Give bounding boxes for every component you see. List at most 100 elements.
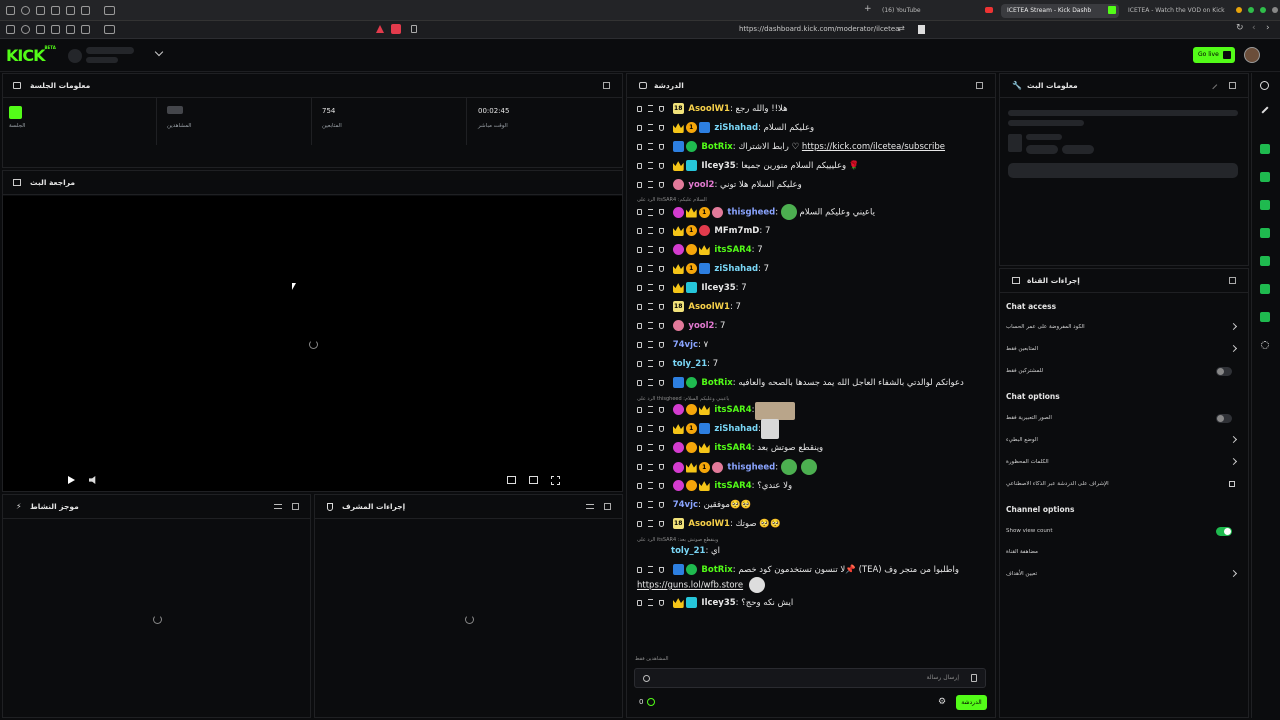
popout-icon[interactable] bbox=[1229, 82, 1236, 89]
tab-kick-dashboard[interactable]: ICETEA Stream - Kick Dashb bbox=[1001, 4, 1119, 18]
chat-username[interactable]: toly_21 bbox=[671, 546, 705, 556]
tab-youtube[interactable]: (16) YouTube bbox=[882, 4, 972, 18]
brave-shield-icon[interactable] bbox=[391, 24, 401, 34]
ban-icon[interactable] bbox=[659, 284, 664, 291]
timeout-icon[interactable] bbox=[648, 520, 653, 527]
chat-username[interactable]: AsoolW1 bbox=[688, 519, 730, 529]
chat-send-button[interactable]: الدردشة bbox=[956, 695, 987, 710]
filter-icon[interactable] bbox=[274, 504, 282, 509]
followers-only-setting[interactable]: المتابعين فقط bbox=[1006, 341, 1238, 357]
ban-icon[interactable] bbox=[659, 322, 664, 329]
edit-icon[interactable] bbox=[1208, 80, 1218, 90]
ban-icon[interactable] bbox=[659, 566, 664, 573]
window-maximize-icon[interactable] bbox=[1260, 7, 1266, 13]
new-tab-icon[interactable]: + bbox=[864, 4, 872, 14]
ban-icon[interactable] bbox=[659, 124, 664, 131]
music-icon[interactable] bbox=[81, 25, 90, 34]
translate-icon[interactable]: ⇄ bbox=[898, 24, 905, 33]
fullscreen-icon[interactable] bbox=[551, 476, 560, 485]
kick-logo[interactable]: KICKBETA bbox=[6, 45, 56, 65]
tab-overview-icon[interactable] bbox=[104, 6, 115, 15]
privacy-icon[interactable] bbox=[21, 25, 30, 34]
chat-username[interactable]: ziShahad bbox=[714, 264, 758, 274]
timeout-icon[interactable] bbox=[648, 181, 653, 188]
edit-icon[interactable] bbox=[1261, 106, 1269, 114]
chat-tool-icon[interactable] bbox=[1260, 228, 1270, 238]
delete-icon[interactable] bbox=[637, 379, 642, 386]
subscribe-link[interactable]: https://kick.com/ilcetea/subscribe bbox=[802, 142, 945, 152]
set-goals-setting[interactable]: تعيين الأهداف bbox=[1006, 566, 1238, 582]
timeout-icon[interactable] bbox=[648, 425, 653, 432]
extensions-icon[interactable] bbox=[36, 25, 45, 34]
chat-username[interactable]: Ilcey35 bbox=[701, 598, 735, 608]
delete-icon[interactable] bbox=[637, 246, 642, 253]
ban-icon[interactable] bbox=[659, 227, 664, 234]
banned-words-setting[interactable]: الكلمات المحظورة bbox=[1006, 454, 1238, 470]
emotes-only-toggle[interactable] bbox=[1216, 414, 1232, 423]
timeout-icon[interactable] bbox=[648, 599, 653, 606]
ban-icon[interactable] bbox=[659, 406, 664, 413]
timeout-icon[interactable] bbox=[648, 341, 653, 348]
tool-icon-1[interactable] bbox=[1260, 144, 1270, 154]
popout-icon[interactable] bbox=[1229, 277, 1236, 284]
timeout-icon[interactable] bbox=[648, 246, 653, 253]
timeout-icon[interactable] bbox=[648, 501, 653, 508]
popout-icon[interactable] bbox=[976, 82, 983, 89]
show-view-count-toggle[interactable] bbox=[1216, 527, 1232, 536]
emoji-icon[interactable] bbox=[643, 675, 650, 682]
go-live-button[interactable]: Go live bbox=[1193, 47, 1235, 63]
timeout-icon[interactable] bbox=[648, 379, 653, 386]
tool-icon-3[interactable] bbox=[1260, 200, 1270, 210]
chat-username[interactable]: itsSAR4 bbox=[714, 405, 751, 415]
delete-icon[interactable] bbox=[637, 501, 642, 508]
timeout-icon[interactable] bbox=[648, 162, 653, 169]
settings-icon[interactable] bbox=[36, 6, 45, 15]
chat-username[interactable]: 74vjc bbox=[673, 500, 698, 510]
chat-username[interactable]: yool2 bbox=[688, 321, 714, 331]
chat-username[interactable]: AsoolW1 bbox=[688, 104, 730, 114]
tool-icon-6[interactable] bbox=[1260, 284, 1270, 294]
delete-icon[interactable] bbox=[637, 464, 642, 470]
sidebar-icon[interactable] bbox=[6, 6, 15, 15]
delete-icon[interactable] bbox=[637, 482, 642, 489]
chat-username[interactable]: BotRix bbox=[701, 142, 732, 152]
timeout-icon[interactable] bbox=[648, 143, 653, 150]
delete-icon[interactable] bbox=[637, 227, 642, 234]
delete-icon[interactable] bbox=[637, 303, 642, 310]
channel-switch-chevron-icon[interactable] bbox=[154, 47, 164, 57]
delete-icon[interactable] bbox=[637, 181, 642, 188]
bookmark-icon[interactable] bbox=[918, 25, 925, 34]
chat-username[interactable]: Ilcey35 bbox=[701, 161, 735, 171]
wrench-tool-icon[interactable] bbox=[1260, 312, 1270, 322]
popout-icon[interactable] bbox=[292, 503, 299, 510]
ban-icon[interactable] bbox=[659, 181, 664, 188]
music-icon[interactable] bbox=[81, 6, 90, 15]
ban-icon[interactable] bbox=[659, 482, 664, 489]
chat-username[interactable]: thisgheed bbox=[727, 208, 775, 218]
chat-username[interactable]: MFm7mD bbox=[714, 226, 759, 236]
delete-icon[interactable] bbox=[637, 105, 642, 112]
timeout-icon[interactable] bbox=[648, 303, 653, 310]
window-icon[interactable] bbox=[66, 25, 75, 34]
delete-icon[interactable] bbox=[637, 406, 642, 413]
ban-icon[interactable] bbox=[659, 444, 664, 451]
delete-icon[interactable] bbox=[637, 360, 642, 367]
ban-icon[interactable] bbox=[659, 520, 664, 527]
delete-icon[interactable] bbox=[637, 566, 642, 573]
delete-icon[interactable] bbox=[637, 162, 642, 169]
chat-username[interactable]: 74vjc bbox=[673, 340, 698, 350]
timeout-icon[interactable] bbox=[648, 284, 653, 291]
tab-kick-vod[interactable]: ICETEA - Watch the VOD on Kick bbox=[1128, 4, 1228, 18]
user-avatar[interactable] bbox=[1244, 47, 1260, 63]
lightning-tool-icon[interactable] bbox=[1260, 172, 1270, 182]
chat-username[interactable]: itsSAR4 bbox=[714, 481, 751, 491]
address-url[interactable]: https://dashboard.kick.com/moderator/ilc… bbox=[739, 25, 899, 33]
timeout-icon[interactable] bbox=[648, 360, 653, 367]
forward-icon[interactable]: › bbox=[1266, 23, 1270, 33]
timeout-icon[interactable] bbox=[648, 463, 653, 471]
lock-icon[interactable] bbox=[971, 674, 977, 682]
chat-username[interactable]: thisgheed bbox=[727, 463, 775, 473]
brave-rewards-icon[interactable] bbox=[376, 25, 384, 33]
delete-icon[interactable] bbox=[637, 124, 642, 131]
timeout-icon[interactable] bbox=[648, 124, 653, 131]
